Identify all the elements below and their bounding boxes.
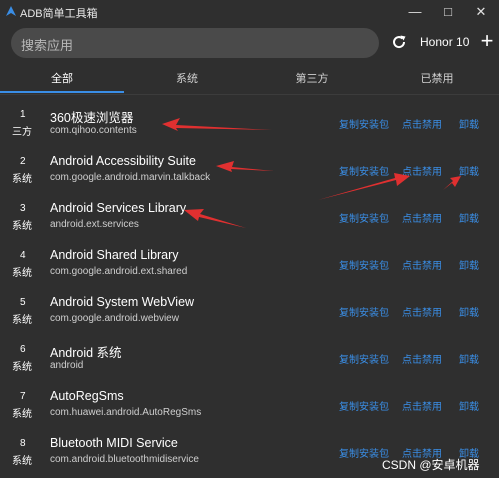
list-item: 3 系统 Android Services Library android.ex…	[0, 194, 499, 240]
uninstall-link[interactable]: 卸载	[459, 210, 479, 225]
tabs-divider	[0, 94, 499, 95]
disable-link[interactable]: 点击禁用	[402, 257, 442, 272]
disable-link[interactable]: 点击禁用	[402, 210, 442, 225]
copy-apk-link[interactable]: 复制安装包	[339, 351, 389, 366]
app-package: com.google.android.ext.shared	[50, 266, 188, 277]
maximize-button[interactable]: □	[438, 2, 458, 22]
app-name: Bluetooth MIDI Service	[50, 436, 178, 450]
uninstall-link[interactable]: 卸载	[459, 163, 479, 178]
uninstall-link[interactable]: 卸载	[459, 351, 479, 366]
title-bar: ADB简单工具箱 — □ ✕	[0, 0, 499, 24]
uninstall-link[interactable]: 卸载	[459, 116, 479, 131]
list-item: 7 系统 AutoRegSms com.huawei.android.AutoR…	[0, 382, 499, 428]
app-package: com.google.android.marvin.talkback	[50, 172, 211, 183]
tab-third-party[interactable]: 第三方	[250, 68, 374, 94]
add-icon[interactable]: +	[476, 30, 498, 52]
app-package: com.qihoo.contents	[50, 125, 137, 136]
app-name: Android 系统	[50, 346, 122, 360]
tab-label: 第三方	[295, 73, 329, 85]
app-index: 6	[20, 344, 26, 355]
copy-apk-link[interactable]: 复制安装包	[339, 257, 389, 272]
app-package: com.huawei.android.AutoRegSms	[50, 407, 202, 418]
app-logo-icon	[6, 6, 16, 16]
app-type: 系统	[12, 456, 32, 467]
app-package: com.google.android.webview	[50, 313, 179, 324]
device-name[interactable]: Honor 10	[420, 35, 469, 49]
refresh-icon[interactable]	[390, 33, 408, 51]
uninstall-link[interactable]: 卸载	[459, 304, 479, 319]
app-name: 360极速浏览器	[50, 111, 134, 125]
app-package: android.ext.services	[50, 219, 139, 230]
uninstall-link[interactable]: 卸载	[459, 257, 479, 272]
app-type: 系统	[12, 221, 32, 232]
app-index: 2	[20, 156, 26, 167]
tab-all[interactable]: 全部	[0, 68, 124, 94]
app-type: 系统	[12, 362, 32, 373]
tab-label: 全部	[51, 73, 73, 85]
app-type: 系统	[12, 174, 32, 185]
list-item: 6 系统 Android 系统 android 复制安装包 点击禁用 卸载	[0, 335, 499, 381]
disable-link[interactable]: 点击禁用	[402, 304, 442, 319]
disable-link[interactable]: 点击禁用	[402, 116, 442, 131]
app-name: AutoRegSms	[50, 389, 124, 403]
app-name: Android Accessibility Suite	[50, 154, 196, 168]
app-package: android	[50, 360, 84, 371]
app-type: 系统	[12, 268, 32, 279]
tab-system[interactable]: 系统	[125, 68, 249, 94]
search-input[interactable]: 搜索应用	[11, 28, 379, 58]
app-type: 系统	[12, 409, 32, 420]
disable-link[interactable]: 点击禁用	[402, 163, 442, 178]
app-index: 3	[20, 203, 26, 214]
copy-apk-link[interactable]: 复制安装包	[339, 163, 389, 178]
tab-label: 已禁用	[420, 73, 454, 85]
app-index: 7	[20, 391, 26, 402]
app-name: Android System WebView	[50, 295, 195, 309]
tab-bar: 全部 系统 第三方 已禁用	[0, 68, 499, 94]
watermark: CSDN @安卓机器	[382, 458, 480, 472]
tab-label: 系统	[176, 73, 198, 85]
app-name: Android Services Library	[50, 201, 187, 215]
disable-link[interactable]: 点击禁用	[402, 351, 442, 366]
list-item: 1 三方 360极速浏览器 com.qihoo.contents 复制安装包 点…	[0, 100, 499, 146]
copy-apk-link[interactable]: 复制安装包	[339, 210, 389, 225]
app-package: com.android.bluetoothmidiservice	[50, 454, 199, 465]
list-item: 2 系统 Android Accessibility Suite com.goo…	[0, 147, 499, 193]
app-name: Android Shared Library	[50, 248, 179, 262]
app-type: 系统	[12, 315, 32, 326]
app-index: 8	[20, 438, 26, 449]
app-index: 5	[20, 297, 26, 308]
window-title: ADB简单工具箱	[20, 8, 98, 20]
tab-disabled[interactable]: 已禁用	[375, 68, 499, 94]
disable-link[interactable]: 点击禁用	[402, 398, 442, 413]
list-item: 5 系统 Android System WebView com.google.a…	[0, 288, 499, 334]
search-placeholder: 搜索应用	[21, 38, 74, 53]
close-button[interactable]: ✕	[471, 2, 491, 22]
tab-active-indicator	[0, 91, 124, 93]
app-index: 1	[20, 109, 26, 120]
minimize-button[interactable]: —	[405, 2, 425, 22]
app-type: 三方	[12, 127, 32, 138]
app-index: 4	[20, 250, 26, 261]
copy-apk-link[interactable]: 复制安装包	[339, 304, 389, 319]
copy-apk-link[interactable]: 复制安装包	[339, 398, 389, 413]
uninstall-link[interactable]: 卸载	[459, 398, 479, 413]
list-item: 4 系统 Android Shared Library com.google.a…	[0, 241, 499, 287]
copy-apk-link[interactable]: 复制安装包	[339, 116, 389, 131]
